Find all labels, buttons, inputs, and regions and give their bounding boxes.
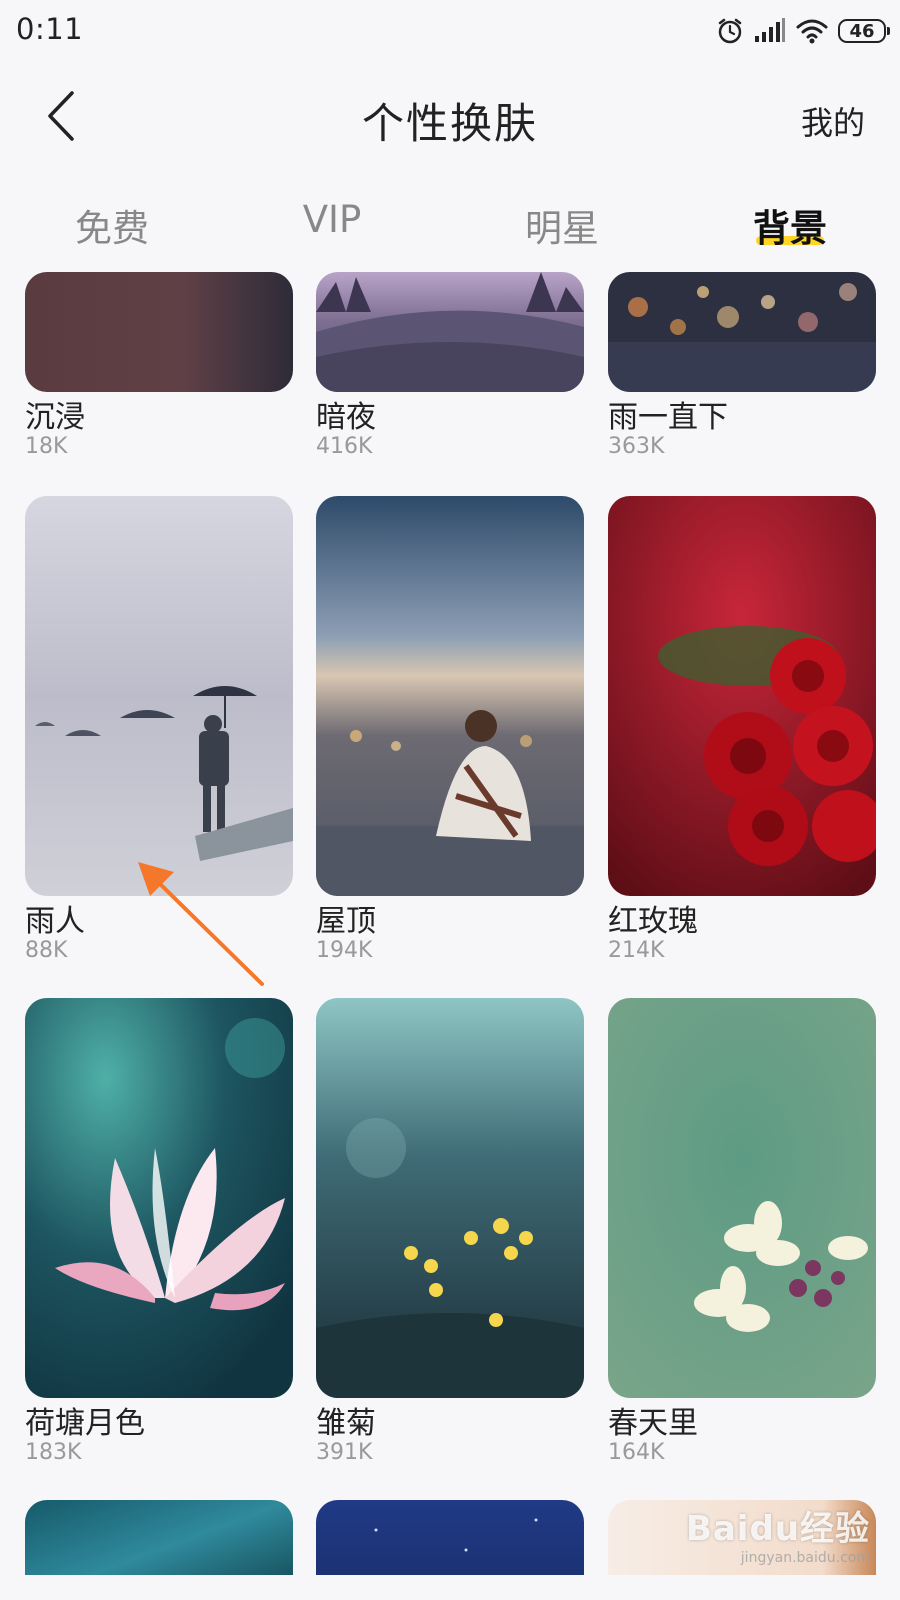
tab-background[interactable]: 背景 bbox=[710, 198, 870, 252]
tab-free[interactable]: 免费 bbox=[32, 198, 192, 252]
page-title: 个性换肤 bbox=[361, 99, 538, 148]
skin-name: 春天里 bbox=[608, 1406, 698, 1441]
skin-name: 雨人 bbox=[25, 904, 85, 939]
skin-thumbnail bbox=[608, 496, 876, 896]
tab-star[interactable]: 明星 bbox=[482, 198, 642, 252]
tab-vip[interactable]: VIP bbox=[252, 198, 412, 241]
skin-card[interactable]: 暗夜 416K bbox=[316, 272, 584, 472]
skin-name: 雏菊 bbox=[316, 1406, 376, 1441]
skin-name: 荷塘月色 bbox=[25, 1406, 145, 1441]
skin-card[interactable] bbox=[316, 1500, 584, 1575]
skin-thumbnail bbox=[25, 272, 293, 392]
skin-size: 416K bbox=[316, 434, 373, 459]
skin-card[interactable]: 春天里 164K bbox=[608, 998, 876, 1468]
skin-size: 164K bbox=[608, 1440, 665, 1465]
skin-card[interactable]: 屋顶 194K bbox=[316, 496, 584, 966]
skin-card[interactable]: 沉浸 18K bbox=[25, 272, 293, 472]
skin-thumbnail bbox=[316, 1500, 584, 1575]
skin-thumbnail bbox=[316, 998, 584, 1398]
skin-name: 屋顶 bbox=[316, 904, 376, 939]
skin-card[interactable]: 荷塘月色 183K bbox=[25, 998, 293, 1468]
skin-name: 雨一直下 bbox=[608, 400, 728, 435]
skin-card[interactable]: 红玫瑰 214K bbox=[608, 496, 876, 966]
wifi-icon bbox=[796, 18, 828, 44]
skin-thumbnail bbox=[25, 496, 293, 896]
skin-size: 183K bbox=[25, 1440, 82, 1465]
skin-thumbnail bbox=[316, 496, 584, 896]
skin-card[interactable] bbox=[25, 1500, 293, 1575]
status-bar: 0:11 46 bbox=[0, 0, 900, 62]
skin-size: 194K bbox=[316, 938, 373, 963]
skin-thumbnail bbox=[25, 1500, 293, 1575]
signal-icon bbox=[754, 18, 786, 44]
skin-size: 88K bbox=[25, 938, 68, 963]
mine-link[interactable]: 我的 bbox=[801, 98, 865, 144]
skin-card[interactable]: 雏菊 391K bbox=[316, 998, 584, 1468]
header: 个性换肤 我的 bbox=[0, 62, 900, 172]
skin-thumbnail bbox=[608, 998, 876, 1398]
battery-icon: 46 bbox=[838, 19, 890, 43]
skin-size: 18K bbox=[25, 434, 68, 459]
skin-thumbnail bbox=[25, 998, 293, 1398]
bottom-edge bbox=[0, 1575, 900, 1600]
skin-card[interactable]: 雨一直下 363K bbox=[608, 272, 876, 472]
skin-name: 红玫瑰 bbox=[608, 904, 698, 939]
skin-size: 391K bbox=[316, 1440, 373, 1465]
skin-size: 214K bbox=[608, 938, 665, 963]
skin-name: 暗夜 bbox=[316, 400, 376, 435]
tab-bar: 免费 VIP 明星 背景 bbox=[0, 188, 900, 258]
status-icons: 46 bbox=[716, 14, 890, 48]
skin-size: 363K bbox=[608, 434, 665, 459]
annotation-arrow-icon bbox=[130, 860, 280, 990]
alarm-icon bbox=[716, 17, 744, 45]
skin-thumbnail bbox=[316, 272, 584, 392]
skin-thumbnail bbox=[608, 272, 876, 392]
skin-name: 沉浸 bbox=[25, 400, 85, 435]
watermark-site: jingyan.baidu.com bbox=[740, 1550, 870, 1566]
baidu-watermark: Baidu经验 jingyan.baidu.com bbox=[686, 1501, 870, 1566]
watermark-brand: Baidu经验 bbox=[685, 1509, 870, 1549]
status-time: 0:11 bbox=[16, 12, 84, 46]
